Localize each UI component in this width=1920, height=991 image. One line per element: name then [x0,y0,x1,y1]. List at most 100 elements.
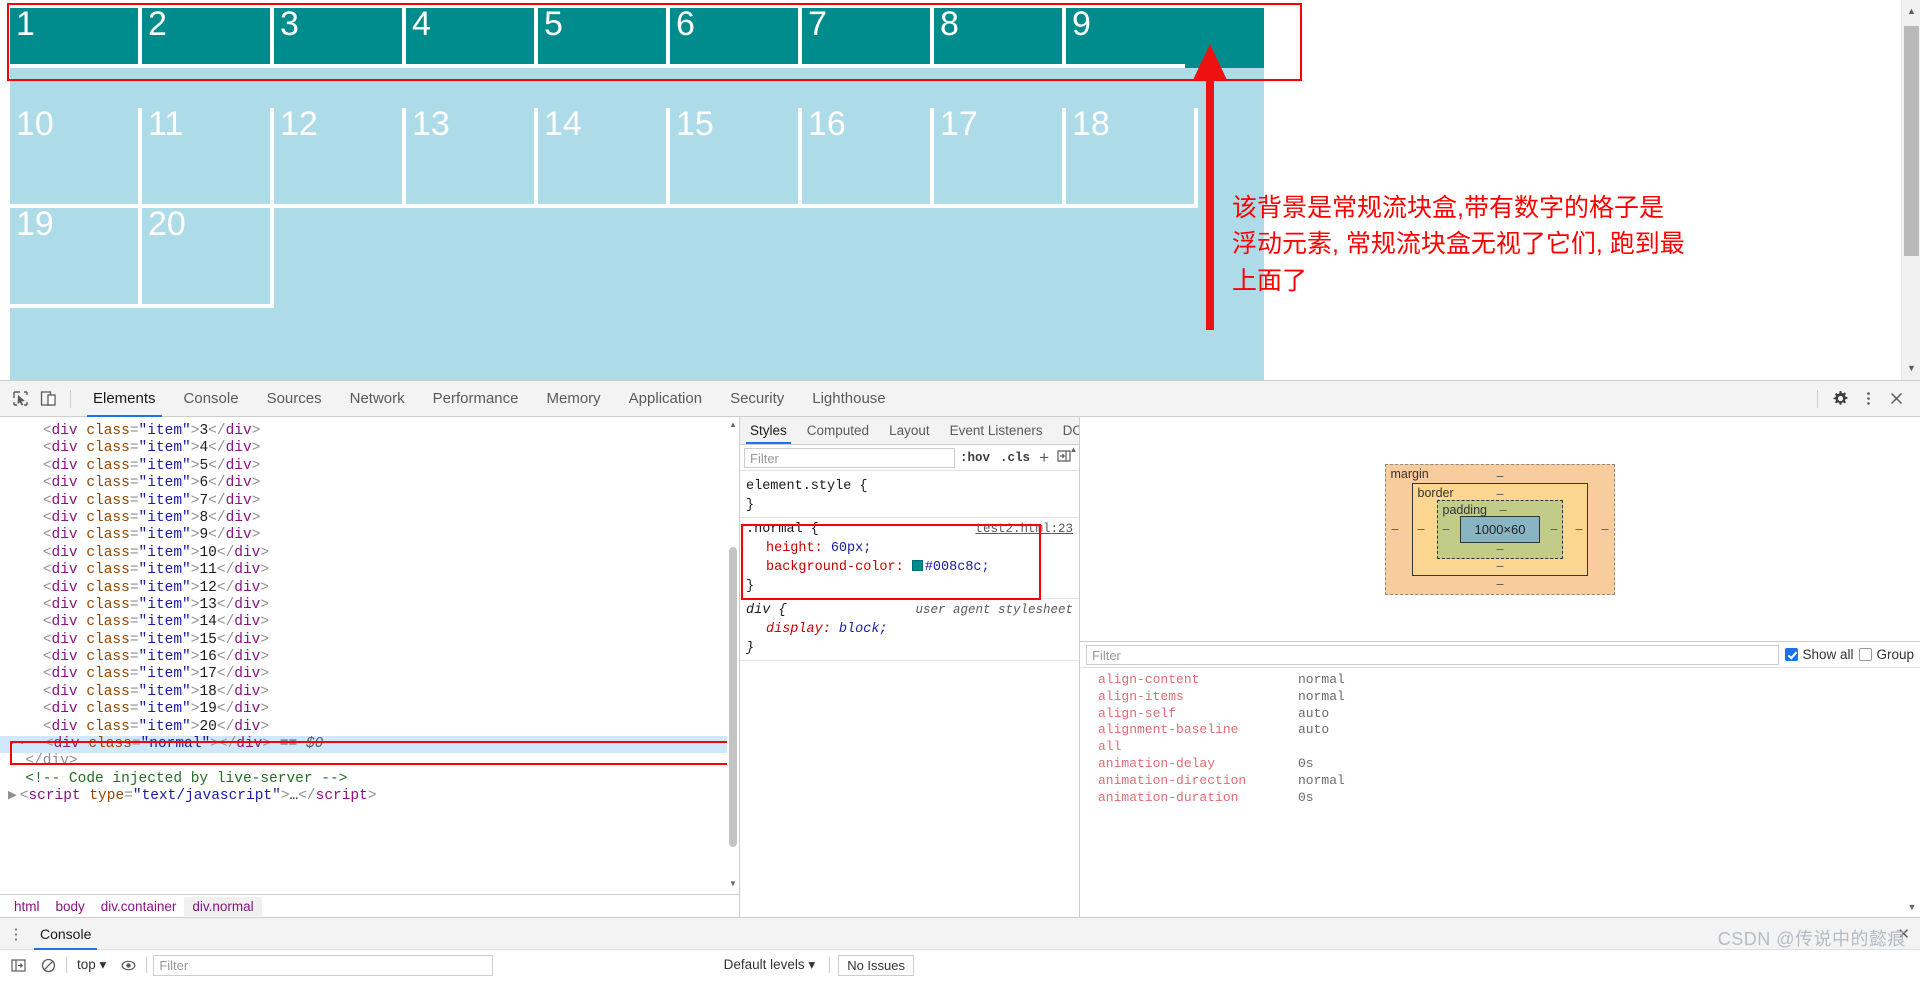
cls-button[interactable]: .cls [995,451,1035,465]
devtools-tab-application[interactable]: Application [615,381,716,417]
console-context-selector[interactable]: top ▾ [73,957,110,973]
dom-node-item-8[interactable]: <div class="item">8</div> [0,510,739,527]
group-checkbox[interactable]: Group [1859,647,1914,662]
dom-node-item-17[interactable]: <div class="item">17</div> [0,666,739,683]
padding-top-value[interactable]: ‒ [1500,503,1507,517]
dom-node-item-4[interactable]: <div class="item">4</div> [0,440,739,457]
devtools-tab-security[interactable]: Security [716,381,798,417]
no-issues-button[interactable]: No Issues [838,954,914,976]
grid-item-12[interactable]: 12 [274,107,406,208]
page-scrollbar-thumb[interactable] [1904,26,1919,256]
dom-node-item-19[interactable]: <div class="item">19</div> [0,701,739,718]
devtools-tab-sources[interactable]: Sources [253,381,336,417]
grid-item-15[interactable]: 15 [670,107,802,208]
computed-property-row[interactable]: animation-duration 0s [1098,790,1920,807]
margin-right-value[interactable]: ‒ [1602,522,1609,536]
styles-filter-input[interactable]: Filter [744,447,956,468]
dom-node-item-10[interactable]: <div class="item">10</div> [0,545,739,562]
box-model-padding[interactable]: padding ‒ ‒ ‒ ‒ 1000×60 [1436,499,1564,559]
dom-node-item-5[interactable]: <div class="item">5</div> [0,458,739,475]
css-rule-0[interactable]: element.style {} [740,475,1079,518]
dom-node-item-11[interactable]: <div class="item">11</div> [0,562,739,579]
grid-item-18[interactable]: 18 [1066,107,1198,208]
styles-scroll-up-icon[interactable]: ▲ [1068,445,1079,456]
scroll-down-arrow-icon[interactable]: ▼ [1902,359,1920,378]
grid-item-14[interactable]: 14 [538,107,670,208]
computed-property-row[interactable]: animation-delay 0s [1098,756,1920,773]
page-scrollbar[interactable]: ▲ ▼ [1901,0,1920,380]
kebab-menu-icon-drawer[interactable]: ⋮ [4,925,28,943]
styles-tab-event-listeners[interactable]: Event Listeners [940,417,1053,444]
margin-top-value[interactable]: ‒ [1497,469,1504,483]
dom-node-item-18[interactable]: <div class="item">18</div> [0,684,739,701]
inspect-cursor-icon[interactable] [6,385,34,413]
devtools-tab-console[interactable]: Console [170,381,253,417]
css-declaration-display[interactable]: display: block; [746,620,1073,639]
dom-scrollbar-thumb[interactable] [729,547,737,847]
border-bottom-value[interactable]: ‒ [1497,559,1504,573]
live-expression-icon[interactable] [116,954,140,976]
grid-item-20[interactable]: 20 [142,207,274,308]
css-value[interactable]: #008c8c; [925,560,990,575]
dom-node-item-13[interactable]: <div class="item">13</div> [0,597,739,614]
devtools-tab-network[interactable]: Network [336,381,419,417]
computed-property-row[interactable]: all [1098,739,1920,756]
css-rule-2[interactable]: div {user agent stylesheet display: block… [740,599,1079,661]
css-value[interactable]: block; [839,622,888,637]
computed-property-row[interactable]: alignment-baseline auto [1098,722,1920,739]
show-all-checkbox-box[interactable] [1785,648,1799,661]
close-icon[interactable] [1882,385,1910,413]
computed-property-row[interactable]: align-items normal [1098,689,1920,706]
computed-property-row[interactable]: animation-direction normal [1098,773,1920,790]
padding-left-value[interactable]: ‒ [1443,522,1450,536]
devtools-tab-performance[interactable]: Performance [419,381,533,417]
css-value[interactable]: 60px; [831,541,872,556]
new-style-rule-button[interactable]: + [1035,448,1053,468]
styles-tab-computed[interactable]: Computed [797,417,879,444]
chevron-down-icon[interactable]: ▾ [100,957,107,972]
margin-bottom-value[interactable]: ‒ [1497,577,1504,591]
breadcrumb-item-html[interactable]: html [6,897,48,916]
gear-icon[interactable] [1826,385,1854,413]
dom-node-item-9[interactable]: <div class="item">9</div> [0,527,739,544]
show-all-checkbox[interactable]: Show all [1785,647,1853,662]
css-declaration-height[interactable]: height: 60px; [746,539,1073,558]
devtools-tab-memory[interactable]: Memory [533,381,615,417]
styles-tab-dom-breakpoints[interactable]: DOM Breakpoints [1053,417,1079,444]
chevron-down-icon-levels[interactable]: ▾ [808,957,815,972]
group-checkbox-box[interactable] [1859,648,1873,661]
dom-node-script[interactable]: ▶ <script type="text/javascript">…</scrip… [0,788,739,805]
computed-property-row[interactable]: align-self auto [1098,706,1920,723]
color-swatch[interactable] [911,560,923,571]
css-declaration-background-color[interactable]: background-color: #008c8c; [746,558,1073,577]
dom-node-item-15[interactable]: <div class="item">15</div> [0,632,739,649]
clear-console-icon[interactable] [36,954,60,976]
computed-scroll-down-icon[interactable]: ▼ [1906,902,1918,914]
devtools-tab-lighthouse[interactable]: Lighthouse [798,381,899,417]
grid-item-10[interactable]: 10 [10,107,142,208]
breadcrumb-item-div-normal[interactable]: div.normal [184,897,262,916]
breadcrumb-item-body[interactable]: body [48,897,93,916]
border-top-value[interactable]: ‒ [1497,487,1504,501]
devtools-tab-elements[interactable]: Elements [79,381,170,417]
dom-node-item-3[interactable]: <div class="item">3</div> [0,423,739,440]
box-model-margin[interactable]: margin ‒ ‒ ‒ ‒ border ‒ ‒ ‒ ‒ padding ‒ [1384,463,1616,595]
grid-item-17[interactable]: 17 [934,107,1066,208]
dom-node-item-7[interactable]: <div class="item">7</div> [0,493,739,510]
console-levels-selector[interactable]: Default levels ▾ [718,957,822,973]
dom-scroll-down-icon[interactable]: ▼ [727,878,739,890]
styles-panel-scrollbar[interactable]: ▲ [1068,445,1079,645]
css-rule-source[interactable]: test2.html:23 [975,520,1073,539]
kebab-menu-icon[interactable] [1854,385,1882,413]
grid-item-11[interactable]: 11 [142,107,274,208]
box-model-content-size[interactable]: 1000×60 [1459,515,1541,543]
grid-item-16[interactable]: 16 [802,107,934,208]
console-sidebar-icon[interactable] [6,954,30,976]
margin-left-value[interactable]: ‒ [1392,522,1399,536]
console-filter-input[interactable]: Filter [153,954,494,976]
drawer-tab-console[interactable]: Console [28,918,103,950]
dom-node-item-14[interactable]: <div class="item">14</div> [0,614,739,631]
css-rules-list[interactable]: element.style {} .normal {test2.html:23 he… [740,471,1079,661]
padding-right-value[interactable]: ‒ [1551,522,1558,536]
box-model-border[interactable]: border ‒ ‒ ‒ ‒ padding ‒ ‒ ‒ ‒ 1000×60 [1411,482,1589,576]
